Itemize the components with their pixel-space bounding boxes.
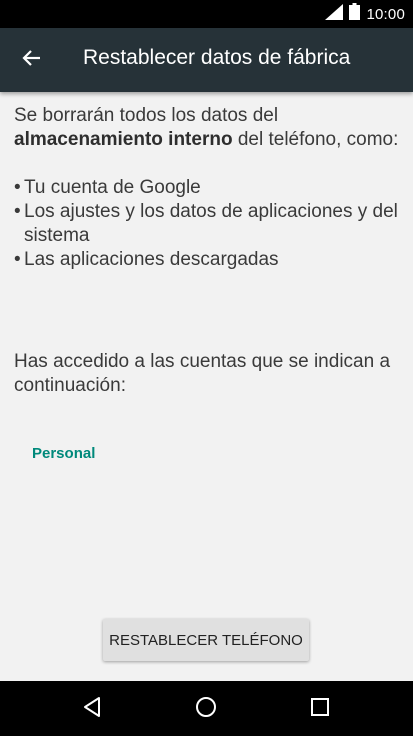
list-item: Las aplicaciones descargadas <box>14 248 399 272</box>
status-bar: 10:00 <box>0 0 413 28</box>
nav-home-button[interactable] <box>188 691 224 727</box>
back-button[interactable] <box>12 40 52 80</box>
navigation-bar <box>0 681 413 736</box>
reset-phone-button[interactable]: RESTABLECER TELÉFONO <box>103 619 309 661</box>
accounts-intro: Has accedido a las cuentas que se indica… <box>14 351 391 396</box>
nav-back-button[interactable] <box>74 691 110 727</box>
intro-text: Se borrarán todos los datos del almacena… <box>14 104 399 152</box>
nav-recents-button[interactable] <box>302 691 338 727</box>
status-time: 10:00 <box>366 5 405 23</box>
list-item: Tu cuenta de Google <box>14 176 399 200</box>
list-item: Los ajustes y los datos de aplicaciones … <box>14 200 399 248</box>
arrow-back-icon <box>22 48 42 73</box>
data-list: Tu cuenta de Google Los ajustes y los da… <box>14 176 399 272</box>
signal-icon <box>325 3 344 25</box>
intro-suffix: del teléfono, como: <box>232 129 399 150</box>
back-triangle-icon <box>82 696 102 723</box>
page-title: Restablecer datos de fábrica <box>83 46 351 69</box>
app-bar: Restablecer datos de fábrica <box>0 28 413 92</box>
recents-square-icon <box>310 697 330 722</box>
account-item: Personal <box>32 445 96 462</box>
intro-prefix: Se borrarán todos los datos del <box>14 105 279 126</box>
battery-icon <box>349 3 361 25</box>
main-content: Se borrarán todos los datos del almacena… <box>14 104 399 272</box>
status-icons: 10:00 <box>325 3 405 25</box>
intro-bold: almacenamiento interno <box>14 129 233 150</box>
home-circle-icon <box>195 696 217 723</box>
